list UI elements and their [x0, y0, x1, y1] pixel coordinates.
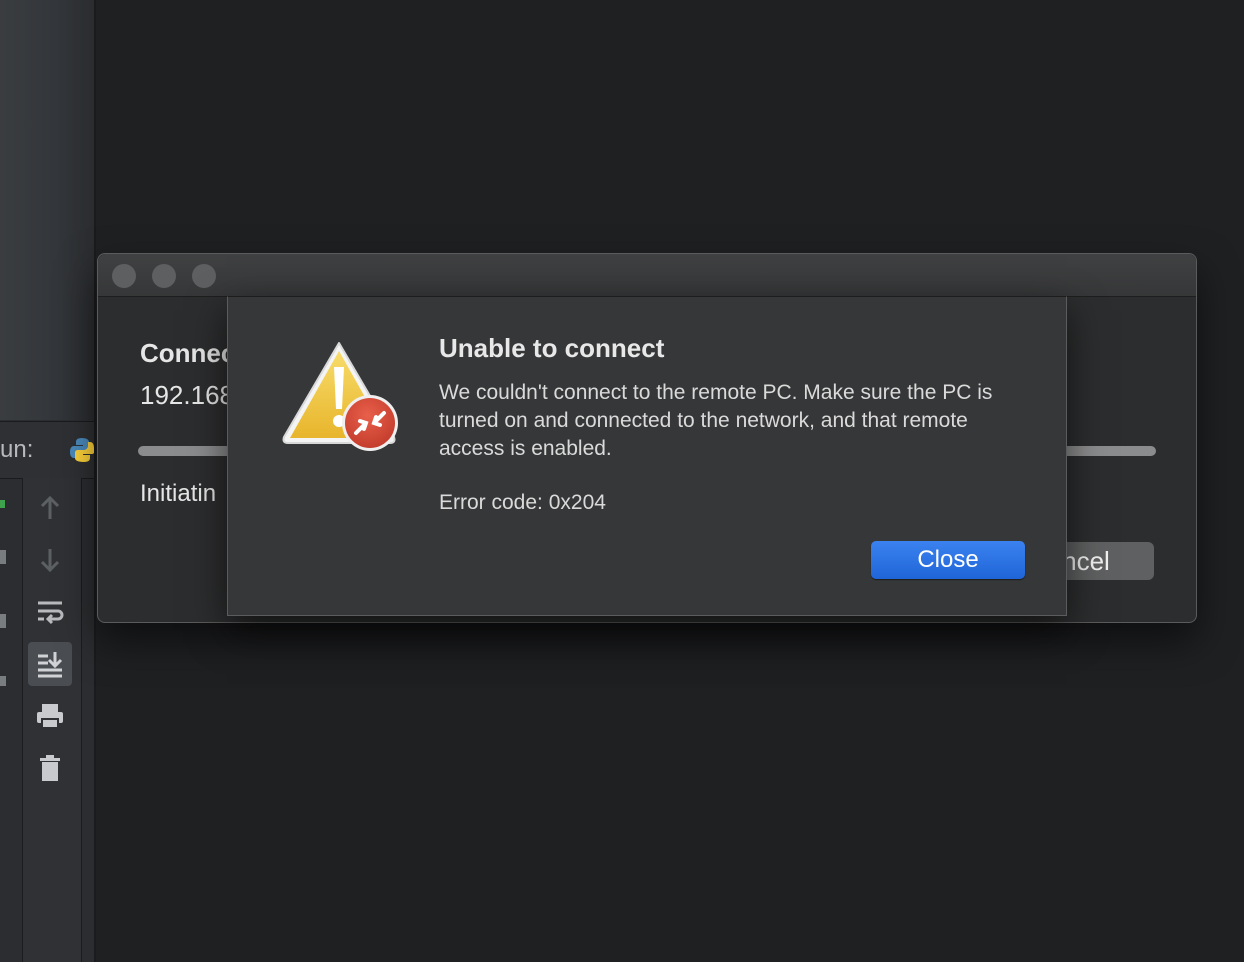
ide-side-panel: un: — [0, 0, 96, 962]
scroll-to-end-icon[interactable] — [28, 642, 72, 686]
close-window-button[interactable] — [112, 264, 136, 288]
arrow-up-icon[interactable] — [28, 486, 72, 530]
side-marker — [0, 550, 6, 564]
side-marker — [0, 676, 6, 686]
trash-icon[interactable] — [28, 746, 72, 790]
ide-upper-panel — [0, 0, 94, 420]
arrow-down-icon[interactable] — [28, 538, 72, 582]
connection-status: Initiatin — [140, 480, 217, 507]
connection-host: 192.168 — [140, 380, 234, 410]
alert-title: Unable to connect — [439, 333, 665, 363]
side-marker — [0, 614, 6, 628]
connection-title: Connec — [140, 338, 236, 368]
print-icon[interactable] — [28, 694, 72, 738]
error-code: Error code: 0x204 — [439, 491, 606, 514]
close-button[interactable]: Close — [871, 541, 1025, 579]
error-alert-dialog: Unable to connect We couldn't connect to… — [227, 296, 1067, 616]
zoom-window-button[interactable] — [192, 264, 216, 288]
run-indicator — [0, 500, 5, 508]
python-icon — [70, 436, 95, 464]
window-titlebar — [98, 254, 1196, 297]
minimize-window-button[interactable] — [152, 264, 176, 288]
soft-wrap-icon[interactable] — [28, 590, 72, 634]
alert-message: We couldn't connect to the remote PC. Ma… — [439, 381, 993, 460]
run-label: un: — [0, 436, 34, 463]
warning-remote-desktop-icon — [280, 337, 402, 457]
